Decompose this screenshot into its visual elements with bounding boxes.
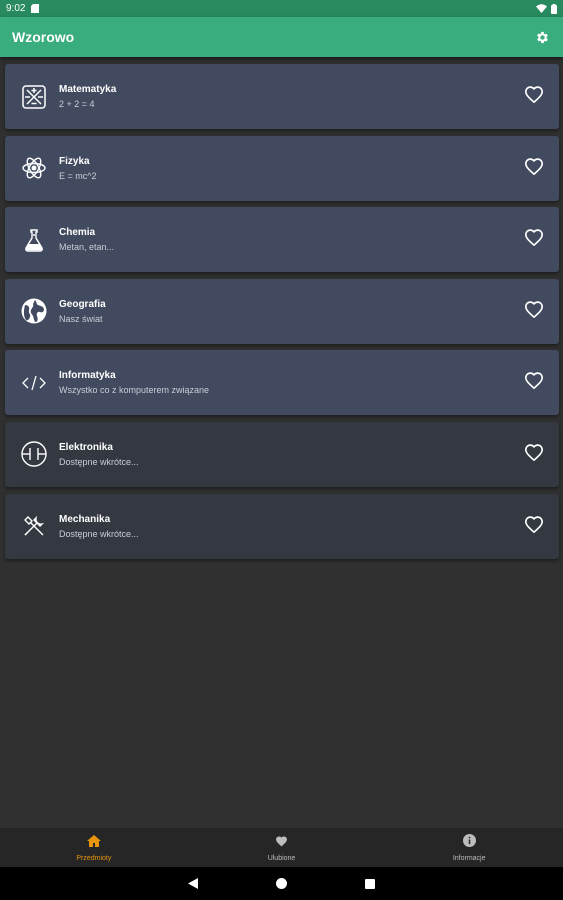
code-icon <box>19 368 49 398</box>
subject-name: Informatyka <box>59 370 116 382</box>
atom-icon <box>19 153 49 183</box>
subject-description: E = mc^2 <box>59 170 97 181</box>
favorite-button[interactable] <box>523 157 545 179</box>
tools-icon <box>19 511 49 541</box>
calculator-icon <box>19 82 49 112</box>
favorite-button[interactable] <box>523 300 545 322</box>
subject-description: Wszystko co z komputerem związane <box>59 385 210 396</box>
heart-outline-icon <box>524 85 544 108</box>
subject-card-informatyka[interactable]: Informatyka Wszystko co z komputerem zwią… <box>5 350 559 416</box>
heart-outline-icon <box>524 515 544 538</box>
subject-card-geografia[interactable]: Geografia Nasz świat <box>5 278 559 344</box>
recents-icon[interactable] <box>365 878 375 889</box>
subject-card-matematyka[interactable]: Matematyka 2 + 2 = 4 <box>5 64 559 129</box>
subject-description: Metan, etan... <box>59 242 115 253</box>
home-icon <box>86 834 101 852</box>
subject-text: Elektronika Dostępne wkrótce... <box>59 442 139 467</box>
subject-name: Elektronika <box>59 441 113 453</box>
subject-card-chemia[interactable]: Chemia Metan, etan... <box>5 207 559 273</box>
nav-item-label: Ulubione <box>267 854 296 862</box>
status-time: 9:02 <box>6 3 26 14</box>
app-title: Wzorowo <box>12 29 75 45</box>
favorite-button[interactable] <box>523 372 545 394</box>
favorite-button[interactable] <box>523 443 545 465</box>
nav-item-label: Przedmioty <box>76 854 112 862</box>
info-icon <box>462 833 476 852</box>
subject-text: Informatyka Wszystko co z komputerem zwią… <box>59 370 209 395</box>
subject-description: Dostępne wkrótce... <box>59 456 139 467</box>
nav-item-label: Informacje <box>452 854 486 862</box>
favorite-button[interactable] <box>523 86 545 108</box>
subject-text: Matematyka 2 + 2 = 4 <box>59 84 116 109</box>
sd-card-icon <box>31 4 40 13</box>
home-button-icon[interactable] <box>276 878 287 889</box>
subject-card-fizyka[interactable]: Fizyka E = mc^2 <box>5 135 559 201</box>
heart-outline-icon <box>524 157 544 180</box>
bottom-navigation: Przedmioty Ulubione Informacje <box>0 828 563 867</box>
subject-name: Geografia <box>59 298 106 310</box>
system-navigation-bar <box>0 867 563 900</box>
heart-outline-icon <box>524 371 544 394</box>
circuit-icon <box>19 439 49 469</box>
subject-name: Matematyka <box>59 84 117 95</box>
subject-name: Chemia <box>59 227 96 239</box>
flask-icon <box>19 225 49 255</box>
subject-description: Nasz świat <box>59 313 103 324</box>
subject-description: Dostępne wkrótce... <box>59 528 139 539</box>
favorite-button[interactable] <box>523 515 545 537</box>
subject-description: 2 + 2 = 4 <box>59 99 95 109</box>
gear-icon <box>536 31 548 43</box>
nav-item-informacje[interactable]: Informacje <box>375 828 563 867</box>
heart-outline-icon <box>524 228 544 251</box>
back-icon[interactable] <box>188 878 198 889</box>
subject-text: Fizyka E = mc^2 <box>59 156 97 181</box>
wifi-icon <box>536 4 547 13</box>
subject-card-mechanika[interactable]: Mechanika Dostępne wkrótce... <box>5 493 559 559</box>
settings-button[interactable] <box>533 28 551 46</box>
heart-icon <box>275 834 288 852</box>
subject-card-elektronika[interactable]: Elektronika Dostępne wkrótce... <box>5 421 559 487</box>
subject-text: Mechanika Dostępne wkrótce... <box>59 514 139 539</box>
subject-list: Matematyka 2 + 2 = 4 Fizyka E = mc^2 Chemia M… <box>5 64 559 565</box>
heart-outline-icon <box>524 300 544 323</box>
subject-name: Fizyka <box>59 155 90 167</box>
battery-icon <box>551 3 557 14</box>
subject-text: Geografia Nasz świat <box>59 299 106 324</box>
subject-text: Chemia Metan, etan... <box>59 227 114 252</box>
nav-item-przedmioty[interactable]: Przedmioty <box>0 828 188 867</box>
favorite-button[interactable] <box>523 229 545 251</box>
app-bar: Wzorowo <box>0 17 563 57</box>
subject-name: Mechanika <box>59 513 111 525</box>
globe-icon <box>19 296 49 326</box>
nav-item-ulubione[interactable]: Ulubione <box>188 828 376 867</box>
status-bar: 9:02 <box>0 0 563 17</box>
heart-outline-icon <box>524 443 544 466</box>
